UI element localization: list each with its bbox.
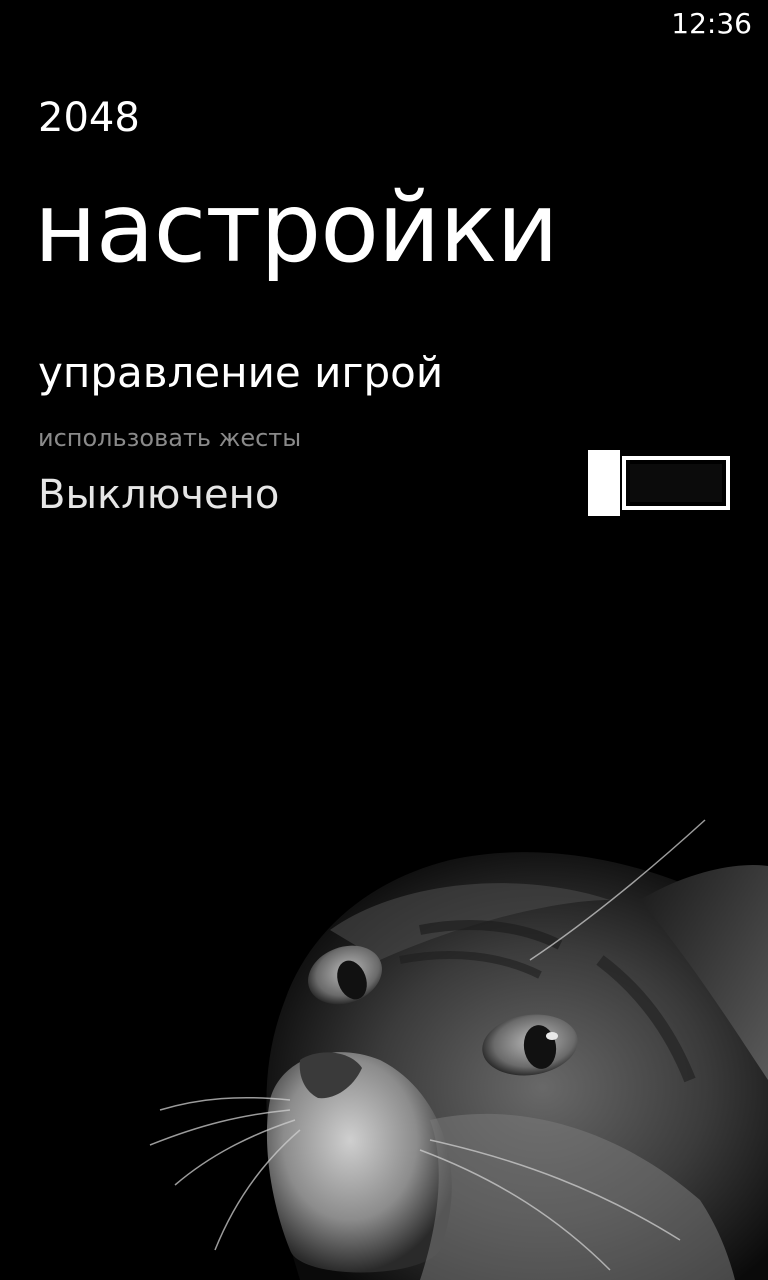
page-title: настройки (34, 172, 559, 284)
gestures-toggle-switch[interactable] (588, 450, 734, 516)
toggle-track (622, 456, 730, 510)
gestures-toggle-state: Выключено (38, 472, 280, 518)
status-bar-time: 12:36 (671, 7, 752, 40)
gestures-toggle-label: использовать жесты (38, 424, 302, 452)
section-header-game-control: управление игрой (38, 348, 444, 397)
toggle-thumb[interactable] (588, 450, 620, 516)
app-title: 2048 (38, 95, 140, 141)
